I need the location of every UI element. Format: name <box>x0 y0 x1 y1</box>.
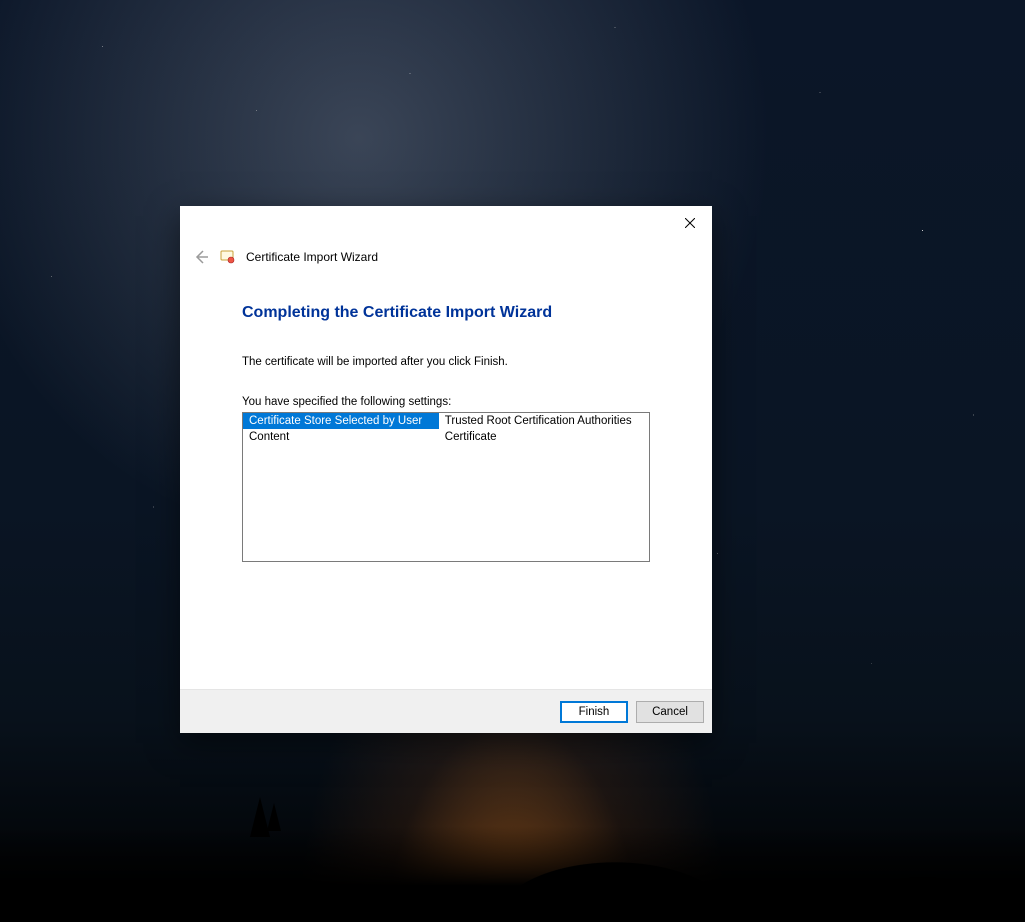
settings-value: Trusted Root Certification Authorities <box>439 413 649 429</box>
settings-listbox[interactable]: Certificate Store Selected by UserTruste… <box>242 412 650 562</box>
close-button[interactable] <box>668 206 712 240</box>
finish-button[interactable]: Finish <box>560 701 628 723</box>
trees-silhouette <box>250 797 278 837</box>
back-arrow-icon <box>193 249 209 265</box>
close-icon <box>685 218 695 228</box>
settings-intro: You have specified the following setting… <box>242 396 650 408</box>
dialog-titlebar <box>180 206 712 240</box>
back-button[interactable] <box>192 248 210 266</box>
horizon-silhouette <box>0 802 1025 922</box>
certificate-import-wizard-dialog: Certificate Import Wizard Completing the… <box>180 206 712 733</box>
table-row[interactable]: Certificate Store Selected by UserTruste… <box>243 413 649 429</box>
desktop-background: Certificate Import Wizard Completing the… <box>0 0 1025 922</box>
table-row[interactable]: ContentCertificate <box>243 429 649 445</box>
wizard-body-text: The certificate will be imported after y… <box>242 356 650 368</box>
settings-table: Certificate Store Selected by UserTruste… <box>243 413 649 445</box>
wizard-content: Completing the Certificate Import Wizard… <box>180 266 712 689</box>
settings-key: Certificate Store Selected by User <box>243 413 439 429</box>
settings-value: Certificate <box>439 429 649 445</box>
settings-key: Content <box>243 429 439 445</box>
dialog-header-row: Certificate Import Wizard <box>180 240 712 266</box>
cancel-button[interactable]: Cancel <box>636 701 704 723</box>
wizard-heading: Completing the Certificate Import Wizard <box>242 304 650 322</box>
dialog-footer: Finish Cancel <box>180 689 712 733</box>
wizard-title: Certificate Import Wizard <box>246 250 378 264</box>
certificate-icon <box>220 249 236 265</box>
